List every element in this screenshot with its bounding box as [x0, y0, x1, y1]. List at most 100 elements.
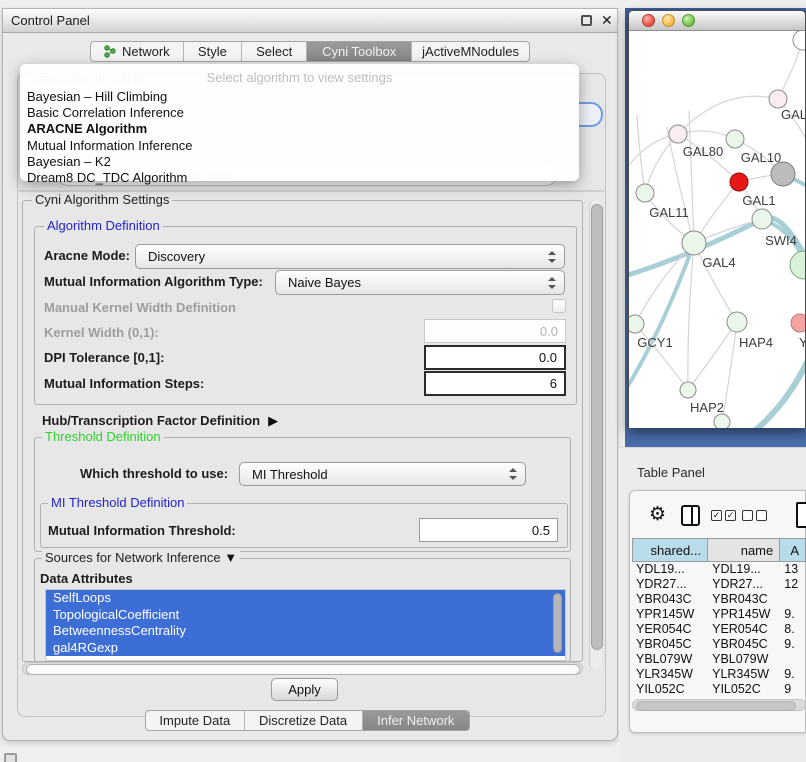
- table-row[interactable]: YLR345WYLR345W9.: [632, 667, 806, 682]
- table-horizontal-scrollbar[interactable]: [632, 699, 806, 711]
- network-edge[interactable]: [688, 243, 694, 390]
- tab-jactivemnodules[interactable]: jActiveMNodules: [412, 42, 529, 61]
- settings-vertical-scrollbar[interactable]: [589, 200, 602, 670]
- aracne-mode-combobox[interactable]: Discovery: [135, 244, 565, 269]
- node-hap4[interactable]: [727, 312, 747, 332]
- algorithm-option[interactable]: Dream8 DC_TDC Algorithm: [20, 170, 579, 186]
- algorithm-option[interactable]: ARACNE Algorithm: [20, 121, 579, 137]
- node-label: GAL4: [702, 255, 735, 270]
- node-label: HAP2: [690, 400, 724, 415]
- algorithm-option[interactable]: Basic Correlation Inference: [20, 105, 579, 121]
- mi-threshold-input[interactable]: 0.5: [419, 518, 558, 542]
- apply-button[interactable]: Apply: [271, 678, 338, 701]
- network-edge[interactable]: [645, 134, 678, 193]
- split-table-icon[interactable]: [681, 505, 700, 526]
- tab-select[interactable]: Select: [242, 42, 307, 61]
- network-window-titlebar[interactable]: [629, 11, 805, 31]
- table-cell: YDL19...: [632, 562, 708, 577]
- network-graph[interactable]: GALGAL80GAL10GAL1GAL11SWI4GAL4GCY1HAP4YH…: [629, 31, 805, 428]
- table-cell: 9: [780, 682, 806, 697]
- table-row[interactable]: YBR045CYBR045C9.: [632, 637, 806, 652]
- table-cell: 8.: [780, 622, 806, 637]
- data-attribute-item[interactable]: gal4RGexp: [46, 640, 565, 657]
- node-gal4[interactable]: [682, 231, 706, 255]
- algorithm-definition-legend: Algorithm Definition: [44, 219, 163, 233]
- kernel-width-label: Kernel Width (0,1):: [44, 325, 159, 340]
- tab-discretize-data[interactable]: Discretize Data: [245, 711, 363, 730]
- node-unlabeled-top[interactable]: [793, 31, 805, 50]
- data-attribute-item[interactable]: TopologicalCoefficient: [46, 607, 565, 624]
- column-header[interactable]: A: [780, 538, 806, 562]
- unchecked-box-icon: [742, 510, 753, 521]
- node-gal80[interactable]: [669, 125, 687, 143]
- kernel-width-input[interactable]: 0.0: [424, 319, 566, 343]
- node-gal10[interactable]: [726, 130, 744, 148]
- node-gray[interactable]: [771, 162, 795, 186]
- table-cell: YPR145W: [708, 607, 780, 622]
- tab-infer-network[interactable]: Infer Network: [363, 711, 469, 730]
- tab-cyni-toolbox-label: Cyni Toolbox: [322, 44, 396, 59]
- settings-gear-icon[interactable]: ⚙: [649, 505, 666, 524]
- tab-network[interactable]: Network: [91, 42, 184, 61]
- tab-style-label: Style: [198, 44, 227, 59]
- table-row[interactable]: YDL19...YDL19...13: [632, 562, 806, 577]
- table-row[interactable]: YPR145WYPR145W9.: [632, 607, 806, 622]
- attribute-list-scrollbar[interactable]: [553, 593, 562, 653]
- float-window-icon[interactable]: [581, 15, 592, 26]
- data-attribute-item[interactable]: BetweennessCentrality: [46, 623, 565, 640]
- network-canvas[interactable]: GALGAL80GAL10GAL1GAL11SWI4GAL4GCY1HAP4YH…: [629, 31, 805, 428]
- node-selected-red[interactable]: [730, 173, 748, 191]
- close-light-button[interactable]: [642, 14, 655, 27]
- settings-horizontal-scrollbar[interactable]: [22, 662, 583, 675]
- network-edge[interactable]: [678, 96, 778, 134]
- zoom-light-button[interactable]: [682, 14, 695, 27]
- hide-all-columns-icon[interactable]: [742, 510, 767, 521]
- network-edge[interactable]: [688, 322, 737, 390]
- minimize-light-button[interactable]: [662, 14, 675, 27]
- which-threshold-combobox[interactable]: MI Threshold: [239, 462, 526, 486]
- document-icon[interactable]: [796, 502, 806, 528]
- settings-vertical-scrollbar-thumb[interactable]: [591, 204, 603, 650]
- tab-impute-data[interactable]: Impute Data: [146, 711, 245, 730]
- collapsed-panel-icon[interactable]: [4, 753, 17, 762]
- table-row[interactable]: YER054CYER054C8.: [632, 622, 806, 637]
- algorithm-option[interactable]: Bayesian – K2: [20, 154, 579, 170]
- node-label: GAL11: [649, 205, 689, 220]
- hub-transcription-factor-toggle[interactable]: Hub/Transcription Factor Definition▶: [42, 413, 278, 429]
- dpi-tolerance-input[interactable]: 0.0: [424, 345, 566, 370]
- node-gal-pink[interactable]: [769, 90, 787, 108]
- sources-legend[interactable]: Sources for Network Inference ▼: [42, 551, 240, 565]
- node-salmon[interactable]: [791, 314, 805, 332]
- table-horizontal-scrollbar-thumb[interactable]: [636, 701, 796, 711]
- close-icon[interactable]: ✕: [601, 12, 613, 29]
- algorithm-option[interactable]: Mutual Information Inference: [20, 138, 579, 154]
- node-swi4-green[interactable]: [790, 251, 805, 279]
- table-row[interactable]: YBL079WYBL079W: [632, 652, 806, 667]
- network-edge[interactable]: [637, 115, 645, 193]
- column-header[interactable]: shared...: [632, 538, 708, 562]
- data-attribute-item[interactable]: SelfLoops: [46, 590, 565, 607]
- show-all-columns-icon[interactable]: ✓ ✓: [711, 510, 736, 521]
- table-row[interactable]: YBR043CYBR043C: [632, 592, 806, 607]
- network-edge[interactable]: [722, 322, 737, 422]
- column-header[interactable]: name: [708, 538, 780, 562]
- table-row[interactable]: YIL052CYIL052C9: [632, 682, 806, 697]
- node-hap2[interactable]: [680, 382, 696, 398]
- control-panel-titlebar[interactable]: Control Panel: [3, 9, 617, 33]
- manual-kernel-width-checkbox[interactable]: [552, 299, 566, 313]
- tab-cyni-toolbox[interactable]: Cyni Toolbox: [307, 42, 412, 61]
- data-attributes-list[interactable]: SelfLoopsTopologicalCoefficientBetweenne…: [45, 589, 566, 661]
- mi-steps-input[interactable]: 6: [424, 371, 566, 396]
- algorithm-option[interactable]: Bayesian – Hill Climbing: [20, 89, 579, 105]
- node-gal11[interactable]: [636, 184, 654, 202]
- mi-algorithm-type-combobox[interactable]: Naive Bayes: [275, 270, 565, 295]
- algorithm-dropdown-popup: Select algorithm to view settings Bayesi…: [20, 64, 579, 181]
- node-gcy1[interactable]: [629, 315, 644, 333]
- tab-style[interactable]: Style: [184, 42, 242, 61]
- control-panel-title: Control Panel: [11, 13, 90, 28]
- table-row[interactable]: YDR27...YDR27...12: [632, 577, 806, 592]
- settings-horizontal-scrollbar-thumb[interactable]: [26, 664, 580, 675]
- aracne-mode-label: Aracne Mode:: [44, 248, 130, 263]
- node-bottom-partial[interactable]: [714, 414, 730, 428]
- node-gal1[interactable]: [752, 209, 772, 229]
